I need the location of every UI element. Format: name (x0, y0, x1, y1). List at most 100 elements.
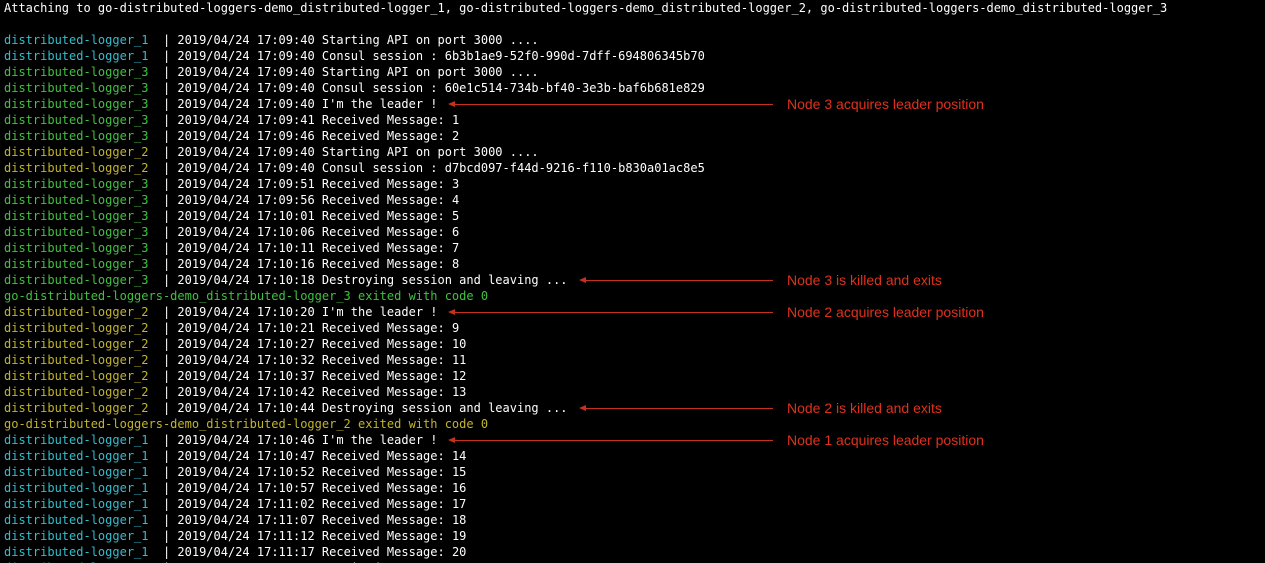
separator: | (155, 529, 178, 543)
service-name: distributed-logger_3 (4, 177, 156, 191)
separator: | (155, 49, 178, 63)
separator: | (155, 193, 178, 207)
separator: | (155, 369, 178, 383)
separator: | (155, 337, 178, 351)
service-name: distributed-logger_1 (4, 529, 156, 543)
log-message: 2019/04/24 17:10:20 I'm the leader ! (177, 305, 438, 319)
log-message: 2019/04/24 17:09:51 Received Message: 3 (177, 177, 460, 191)
service-name: distributed-logger_1 (4, 433, 156, 447)
separator: | (155, 65, 178, 79)
separator: | (155, 353, 178, 367)
log-message: 2019/04/24 17:09:40 Consul session : d7b… (177, 161, 705, 175)
log-line: distributed-logger_3 | 2019/04/24 17:09:… (4, 64, 539, 80)
service-name: distributed-logger_2 (4, 401, 156, 415)
separator: | (155, 305, 178, 319)
log-message: 2019/04/24 17:09:40 Starting API on port… (177, 65, 539, 79)
separator: | (155, 273, 178, 287)
service-name: distributed-logger_3 (4, 193, 156, 207)
service-name: distributed-logger_3 (4, 97, 156, 111)
log-message: 2019/04/24 17:10:11 Received Message: 7 (177, 241, 460, 255)
log-message: 2019/04/24 17:09:46 Received Message: 2 (177, 129, 460, 143)
service-name: distributed-logger_3 (4, 257, 156, 271)
separator: | (155, 401, 178, 415)
log-message: 2019/04/24 17:10:57 Received Message: 16 (177, 481, 467, 495)
log-line: distributed-logger_3 | 2019/04/24 17:09:… (4, 192, 459, 208)
service-name: distributed-logger_3 (4, 273, 156, 287)
log-line: distributed-logger_1 | 2019/04/24 17:11:… (4, 544, 466, 560)
log-message: 2019/04/24 17:10:06 Received Message: 6 (177, 225, 460, 239)
log-message: 2019/04/24 17:09:40 I'm the leader ! (177, 97, 438, 111)
log-line: distributed-logger_3 | 2019/04/24 17:10:… (4, 224, 459, 240)
log-message: 2019/04/24 17:11:17 Received Message: 20 (177, 545, 467, 559)
annotation-label: Node 3 acquires leader position (787, 96, 984, 112)
attach-header: Attaching to go-distributed-loggers-demo… (4, 1, 1168, 15)
log-line: distributed-logger_1 | 2019/04/24 17:10:… (4, 448, 466, 464)
log-message: 2019/04/24 17:09:40 Consul session : 6b3… (177, 49, 705, 63)
service-name: distributed-logger_1 (4, 465, 156, 479)
separator: | (155, 113, 178, 127)
log-line: distributed-logger_2 | 2019/04/24 17:10:… (4, 304, 438, 320)
service-name: distributed-logger_3 (4, 129, 156, 143)
log-message: 2019/04/24 17:10:46 I'm the leader ! (177, 433, 438, 447)
service-name: distributed-logger_3 (4, 81, 156, 95)
container-exit-line: go-distributed-loggers-demo_distributed-… (4, 288, 488, 304)
log-line: distributed-logger_2 | 2019/04/24 17:09:… (4, 144, 539, 160)
service-name: distributed-logger_1 (4, 33, 156, 47)
log-line: distributed-logger_3 | 2019/04/24 17:10:… (4, 240, 459, 256)
service-name: distributed-logger_1 (4, 481, 156, 495)
log-message: 2019/04/24 17:09:40 Starting API on port… (177, 33, 539, 47)
log-line: distributed-logger_2 | 2019/04/24 17:10:… (4, 336, 466, 352)
annotation-label: Node 2 is killed and exits (787, 400, 942, 416)
log-message: 2019/04/24 17:10:44 Destroying session a… (177, 401, 568, 415)
log-line: distributed-logger_2 | 2019/04/24 17:10:… (4, 368, 466, 384)
log-line: distributed-logger_3 | 2019/04/24 17:10:… (4, 208, 459, 224)
log-line: distributed-logger_1 | 2019/04/24 17:11:… (4, 512, 466, 528)
log-message: 2019/04/24 17:10:32 Received Message: 11 (177, 353, 467, 367)
log-line: distributed-logger_3 | 2019/04/24 17:10:… (4, 256, 459, 272)
log-line: distributed-logger_1 | 2019/04/24 17:10:… (4, 480, 466, 496)
service-name: distributed-logger_3 (4, 241, 156, 255)
log-message: 2019/04/24 17:10:21 Received Message: 9 (177, 321, 460, 335)
service-name: distributed-logger_2 (4, 305, 156, 319)
log-line: distributed-logger_1 | 2019/04/24 17:09:… (4, 48, 705, 64)
log-line: distributed-logger_2 | 2019/04/24 17:10:… (4, 320, 459, 336)
exit-message: go-distributed-loggers-demo_distributed-… (4, 289, 489, 303)
log-line: distributed-logger_1 | 2019/04/24 17:11:… (4, 528, 466, 544)
arrow-line (584, 408, 773, 409)
separator: | (155, 161, 178, 175)
separator: | (155, 465, 178, 479)
service-name: distributed-logger_1 (4, 449, 156, 463)
service-name: distributed-logger_1 (4, 49, 156, 63)
log-message: 2019/04/24 17:10:18 Destroying session a… (177, 273, 568, 287)
log-line: distributed-logger_1 | 2019/04/24 17:09:… (4, 32, 539, 48)
exit-message: go-distributed-loggers-demo_distributed-… (4, 417, 489, 431)
arrow-line (454, 440, 773, 441)
annotation-label: Node 3 is killed and exits (787, 272, 942, 288)
separator: | (155, 241, 178, 255)
service-name: distributed-logger_1 (4, 497, 156, 511)
log-line: distributed-logger_3 | 2019/04/24 17:09:… (4, 112, 459, 128)
separator: | (155, 433, 178, 447)
log-line: distributed-logger_2 | 2019/04/24 17:10:… (4, 352, 466, 368)
service-name: distributed-logger_3 (4, 113, 156, 127)
service-name: distributed-logger_1 (4, 545, 156, 559)
log-message: 2019/04/24 17:09:41 Received Message: 1 (177, 113, 460, 127)
service-name: distributed-logger_2 (4, 161, 156, 175)
log-line: distributed-logger_3 | 2019/04/24 17:09:… (4, 96, 438, 112)
log-line: distributed-logger_1 | 2019/04/24 17:11:… (4, 496, 466, 512)
separator: | (155, 449, 178, 463)
annotation-label: Node 1 acquires leader position (787, 432, 984, 448)
log-message: 2019/04/24 17:10:01 Received Message: 5 (177, 209, 460, 223)
arrow-line (454, 104, 773, 105)
separator: | (155, 513, 178, 527)
separator: | (155, 145, 178, 159)
service-name: distributed-logger_3 (4, 65, 156, 79)
separator: | (155, 97, 178, 111)
service-name: distributed-logger_2 (4, 321, 156, 335)
separator: | (155, 321, 178, 335)
terminal-window[interactable]: Attaching to go-distributed-loggers-demo… (0, 0, 1265, 563)
log-message: 2019/04/24 17:10:47 Received Message: 14 (177, 449, 467, 463)
separator: | (155, 497, 178, 511)
arrow-line (584, 280, 773, 281)
log-line: distributed-logger_1 | 2019/04/24 17:10:… (4, 432, 438, 448)
